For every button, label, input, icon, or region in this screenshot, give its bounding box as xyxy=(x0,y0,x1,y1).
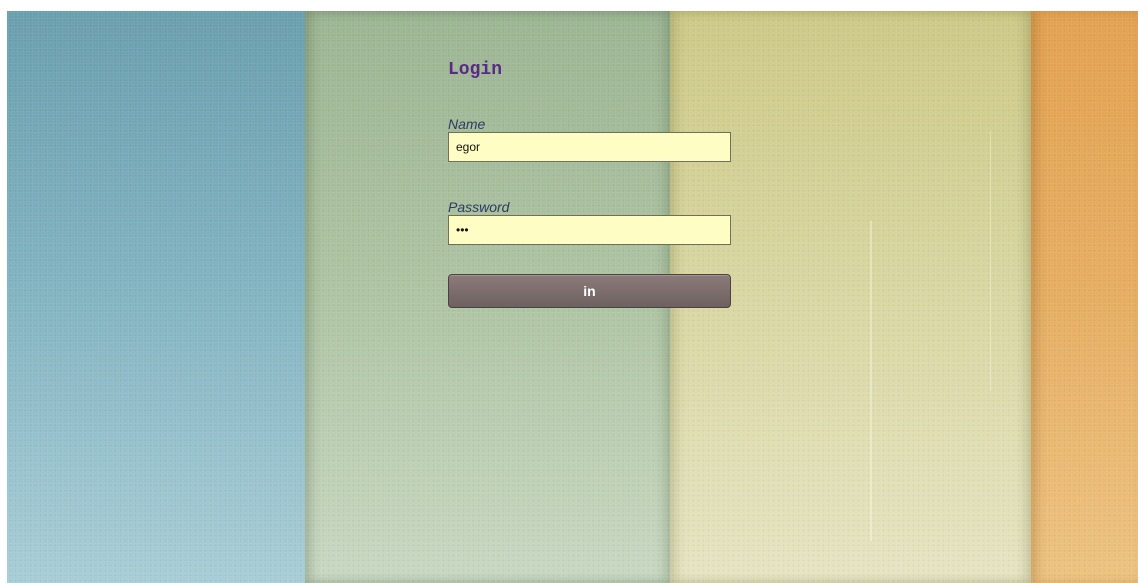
login-title: Login xyxy=(448,60,503,80)
password-label: Password xyxy=(448,199,510,215)
background-stripe-orange xyxy=(1031,11,1138,583)
login-form: Login Name Password in xyxy=(448,57,731,308)
name-input[interactable] xyxy=(448,132,731,162)
login-button[interactable]: in xyxy=(448,274,731,308)
background-stripe-blue xyxy=(7,11,305,583)
password-input[interactable] xyxy=(448,215,731,245)
name-label: Name xyxy=(448,116,486,132)
